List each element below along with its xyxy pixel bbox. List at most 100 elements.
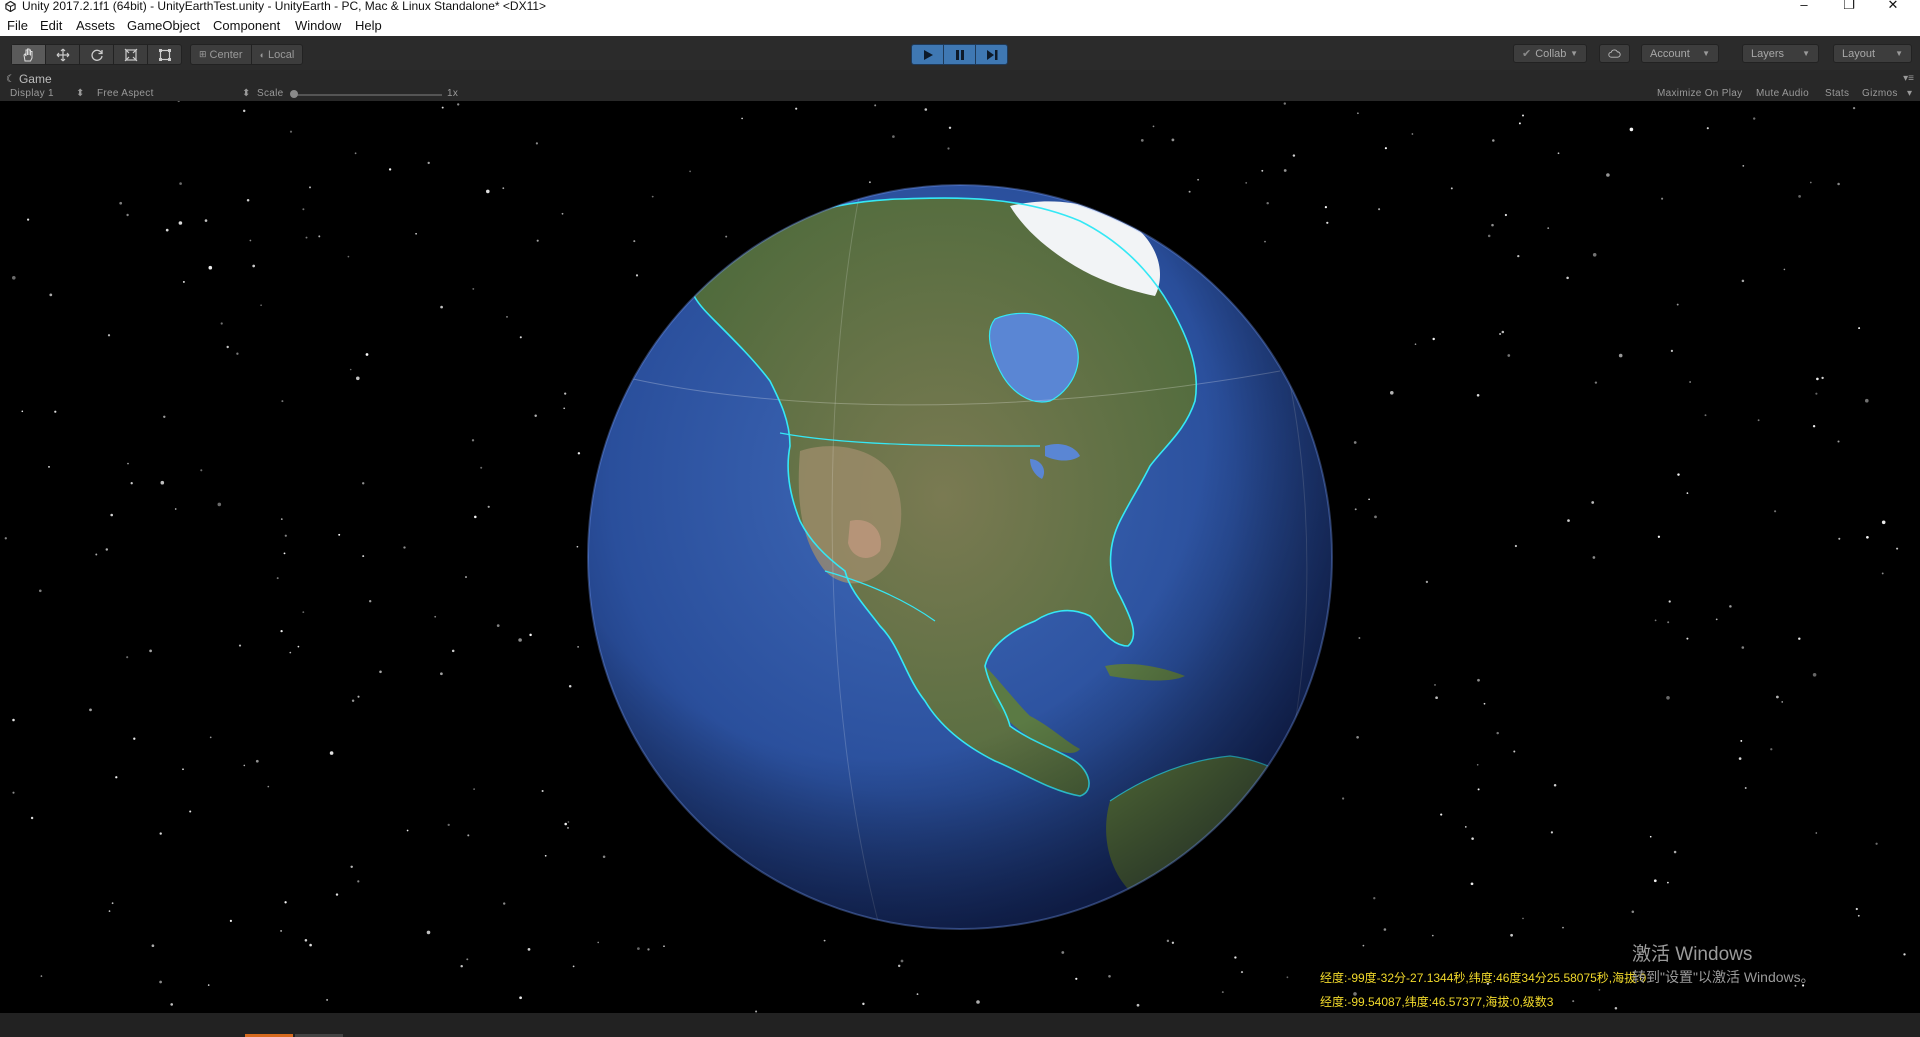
star	[1283, 169, 1287, 172]
layers-dropdown[interactable]: Layers ▼	[1742, 44, 1819, 63]
star	[110, 513, 114, 517]
star	[160, 480, 165, 485]
star	[473, 788, 475, 790]
star	[1837, 182, 1840, 186]
aspect-selector[interactable]: Free Aspect	[97, 88, 154, 99]
star	[1432, 337, 1435, 341]
star	[1657, 535, 1661, 538]
menu-assets[interactable]: Assets	[76, 18, 115, 33]
star	[892, 135, 895, 138]
star	[1491, 223, 1494, 227]
pause-button[interactable]	[944, 45, 976, 64]
star	[289, 651, 292, 654]
menu-file[interactable]: File	[7, 18, 28, 33]
star	[283, 552, 286, 555]
star	[297, 645, 300, 648]
activation-watermark-title: 激活 Windows	[1632, 944, 1753, 965]
collab-dropdown[interactable]: ✔ Collab ▼	[1513, 44, 1587, 63]
star	[217, 502, 222, 507]
account-label: Account	[1650, 47, 1690, 60]
rect-tool-button[interactable]	[148, 45, 181, 64]
star	[362, 555, 365, 558]
star	[179, 182, 182, 185]
hand-tool-button[interactable]	[12, 45, 46, 64]
star	[434, 615, 437, 618]
star	[1781, 701, 1783, 703]
display-selector[interactable]: Display 1	[10, 88, 54, 99]
scale-slider-handle[interactable]	[290, 90, 298, 98]
star	[246, 198, 250, 202]
scale-slider-track[interactable]	[292, 94, 442, 96]
star	[1240, 971, 1244, 974]
star	[597, 941, 599, 944]
star	[204, 219, 208, 222]
star	[111, 902, 114, 905]
star	[1598, 989, 1601, 991]
star	[1477, 788, 1480, 791]
coordinate-dms-readout: 经度:-99度-32分-27.1344秒,纬度:46度34分25.58075秒,…	[1320, 971, 1647, 985]
star	[577, 646, 579, 648]
star	[457, 103, 460, 106]
menu-component[interactable]: Component	[213, 18, 280, 33]
star	[309, 943, 312, 947]
star	[1522, 917, 1524, 920]
star	[302, 208, 305, 211]
star	[1477, 678, 1480, 682]
star	[451, 649, 455, 653]
star	[338, 533, 341, 536]
gizmos-dropdown[interactable]: Gizmos	[1862, 88, 1898, 99]
window-title: Unity 2017.2.1f1 (64bit) - UnityEarthTes…	[22, 0, 547, 13]
star	[1562, 926, 1564, 929]
game-tab[interactable]: ☾ Game	[6, 72, 52, 86]
star	[260, 304, 262, 307]
menu-help[interactable]: Help	[355, 18, 382, 33]
stats-toggle[interactable]: Stats	[1825, 88, 1849, 99]
star	[1629, 127, 1634, 132]
star	[1553, 783, 1557, 787]
tab-menu-icon[interactable]: ▾≡	[1903, 73, 1914, 84]
star	[576, 545, 579, 548]
star	[189, 810, 192, 813]
star	[1686, 637, 1689, 640]
layout-dropdown[interactable]: Layout ▼	[1833, 44, 1912, 63]
close-button[interactable]: ✕	[1883, 0, 1903, 11]
game-view-header: ☾ Game ▾≡ Display 1 ⬍ Free Aspect ⬍ Scal…	[0, 70, 1920, 102]
move-tool-button[interactable]	[46, 45, 80, 64]
star	[108, 910, 111, 912]
star	[252, 264, 256, 268]
star	[1440, 813, 1443, 816]
star	[465, 576, 467, 578]
playback-controls	[911, 44, 1008, 65]
star	[663, 945, 665, 948]
star	[1706, 127, 1709, 130]
menu-edit[interactable]: Edit	[40, 18, 62, 33]
star	[1744, 787, 1747, 789]
star	[1686, 492, 1689, 494]
restore-button[interactable]: ❐	[1839, 0, 1859, 11]
game-viewport[interactable]: 经度:-99度-32分-27.1344秒,纬度:46度34分25.58075秒,…	[0, 101, 1920, 1013]
scale-tool-button[interactable]	[114, 45, 148, 64]
menu-window[interactable]: Window	[295, 18, 341, 33]
mute-audio-toggle[interactable]: Mute Audio	[1756, 88, 1809, 99]
star	[1858, 327, 1861, 330]
star	[568, 685, 572, 688]
star	[496, 624, 500, 627]
minimize-button[interactable]: –	[1794, 0, 1814, 11]
pivot-local-toggle[interactable]: ◐ Local	[252, 45, 303, 64]
play-button[interactable]	[912, 45, 944, 64]
star	[1471, 837, 1474, 840]
step-button[interactable]	[976, 45, 1007, 64]
star	[89, 708, 92, 712]
star	[229, 919, 232, 923]
maximize-on-play-toggle[interactable]: Maximize On Play	[1657, 88, 1742, 99]
star	[356, 376, 360, 381]
account-dropdown[interactable]: Account ▼	[1641, 44, 1719, 63]
pivot-center-toggle[interactable]: ⊞ Center	[191, 45, 252, 64]
star	[1670, 349, 1674, 353]
rotate-tool-button[interactable]	[80, 45, 114, 64]
cloud-button[interactable]	[1599, 44, 1630, 63]
star	[1108, 975, 1111, 978]
star	[280, 929, 283, 932]
star	[976, 1000, 980, 1004]
menu-gameobject[interactable]: GameObject	[127, 18, 200, 33]
